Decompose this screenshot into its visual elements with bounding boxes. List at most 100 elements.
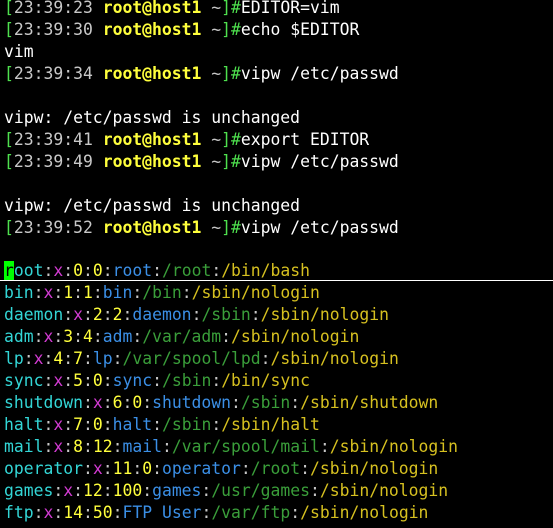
field-separator: : (211, 415, 222, 434)
field-separator: : (191, 305, 202, 324)
field-separator: : (290, 503, 301, 522)
prompt-open-bracket: [ (4, 20, 14, 39)
field-separator: : (63, 415, 74, 434)
passwd-gid: 100 (112, 481, 143, 500)
field-separator: : (102, 393, 113, 412)
passwd-username: lp (4, 349, 24, 368)
passwd-entry[interactable]: root:x:0:0:root:/root:/bin/bash (4, 260, 310, 282)
field-separator: : (43, 437, 54, 456)
field-separator: : (161, 437, 172, 456)
passwd-password: x (53, 437, 64, 456)
prompt-close-bracket: ]# (221, 218, 241, 237)
field-separator: : (250, 305, 261, 324)
passwd-entry[interactable]: ftp:x:14:50:FTP User:/var/ftp:/sbin/nolo… (4, 502, 428, 524)
field-separator: : (53, 327, 64, 346)
field-separator: : (82, 371, 93, 390)
passwd-shell: /sbin/nologin (319, 481, 449, 500)
field-separator: : (112, 349, 123, 368)
passwd-entry[interactable]: mail:x:8:12:mail:/var/spool/mail:/sbin/n… (4, 436, 458, 458)
passwd-home-dir: /usr/games (211, 481, 310, 500)
field-separator: : (201, 503, 212, 522)
command-text: export EDITOR (240, 130, 370, 149)
passwd-uid: 1 (63, 283, 74, 302)
field-separator: : (152, 459, 162, 478)
passwd-uid: 11 (112, 459, 133, 478)
passwd-entry[interactable]: shutdown:x:6:0:shutdown:/sbin:/sbin/shut… (4, 392, 438, 414)
prompt-path: ~ (211, 130, 222, 149)
passwd-username: oot (13, 261, 44, 280)
passwd-entry[interactable]: games:x:12:100:games:/usr/games:/sbin/no… (4, 480, 448, 502)
passwd-home-dir: /sbin (161, 371, 212, 390)
prompt-timestamp: 23:39:23 (13, 0, 93, 17)
passwd-password: x (63, 481, 74, 500)
field-separator: : (43, 349, 54, 368)
field-separator: : (73, 481, 83, 500)
prompt-open-bracket: [ (4, 130, 14, 149)
field-separator: : (82, 305, 93, 324)
passwd-entry[interactable]: sync:x:5:0:sync:/sbin:/bin/sync (4, 370, 310, 392)
passwd-gecos: root (112, 261, 153, 280)
field-separator: : (92, 283, 103, 302)
passwd-password: x (53, 415, 64, 434)
passwd-entry[interactable]: adm:x:3:4:adm:/var/adm:/sbin/nologin (4, 326, 359, 348)
field-separator: : (152, 261, 162, 280)
prompt-user-host: root@host1 (102, 20, 202, 39)
prompt-path: ~ (211, 64, 222, 83)
passwd-home-dir: /var/ftp (211, 503, 291, 522)
field-separator: : (33, 283, 44, 302)
field-separator: : (102, 481, 113, 500)
passwd-gid: 0 (92, 261, 103, 280)
field-separator: : (201, 481, 212, 500)
prompt-path: ~ (211, 152, 222, 171)
field-separator: : (43, 415, 54, 434)
command-output: vipw: /etc/passwd is unchanged (4, 108, 301, 127)
passwd-shell: /bin/sync (221, 371, 310, 390)
prompt-path: ~ (211, 0, 222, 17)
editor-cursor[interactable]: r (4, 261, 14, 280)
field-separator: : (142, 481, 153, 500)
field-separator: : (33, 503, 44, 522)
passwd-home-dir: /root (161, 261, 212, 280)
field-separator: : (221, 327, 232, 346)
passwd-password: x (73, 305, 83, 324)
passwd-gid: 50 (92, 503, 113, 522)
field-separator: : (63, 437, 74, 456)
field-separator: : (300, 459, 310, 478)
field-separator: : (211, 261, 222, 280)
field-separator: : (309, 481, 320, 500)
passwd-gid: 0 (92, 371, 103, 390)
passwd-home-dir: /sbin (240, 393, 291, 412)
command-output: vipw: /etc/passwd is unchanged (4, 196, 301, 215)
field-separator: : (82, 261, 93, 280)
passwd-gid: 0 (142, 459, 153, 478)
passwd-home-dir: /root (250, 459, 301, 478)
shell-line: [23:39:41 root@host1 ~]#export EDITOR (4, 129, 369, 151)
field-separator: : (122, 305, 133, 324)
prompt-user-host: root@host1 (102, 130, 202, 149)
passwd-shell: /sbin/shutdown (300, 393, 439, 412)
passwd-shell: /sbin/nologin (270, 349, 399, 368)
passwd-home-dir: /bin (142, 283, 182, 302)
passwd-uid: 2 (92, 305, 103, 324)
passwd-username: adm (4, 327, 34, 346)
command-text: echo $EDITOR (240, 20, 360, 39)
passwd-entry[interactable]: halt:x:7:0:halt:/sbin:/sbin/halt (4, 414, 320, 436)
passwd-entry[interactable]: bin:x:1:1:bin:/bin:/sbin/nologin (4, 282, 320, 304)
field-separator: : (92, 327, 103, 346)
passwd-password: x (53, 261, 64, 280)
field-separator: : (112, 503, 123, 522)
passwd-username: games (4, 481, 54, 500)
passwd-entry[interactable]: lp:x:4:7:lp:/var/spool/lpd:/sbin/nologin (4, 348, 399, 370)
passwd-home-dir: /var/spool/mail (171, 437, 320, 456)
passwd-entry[interactable]: daemon:x:2:2:daemon:/sbin:/sbin/nologin (4, 304, 389, 326)
passwd-entry[interactable]: operator:x:11:0:operator:/root:/sbin/nol… (4, 458, 438, 480)
field-separator: : (102, 459, 113, 478)
passwd-username: bin (4, 283, 34, 302)
field-separator: : (112, 437, 123, 456)
passwd-gid: 4 (82, 327, 93, 346)
terminal-window[interactable]: [23:39:23 root@host1 ~]#EDITOR=vim [23:39… (0, 0, 553, 528)
shell-line: vipw: /etc/passwd is unchanged (4, 107, 300, 129)
field-separator: : (152, 371, 162, 390)
passwd-password: x (43, 503, 54, 522)
field-separator: : (23, 349, 34, 368)
